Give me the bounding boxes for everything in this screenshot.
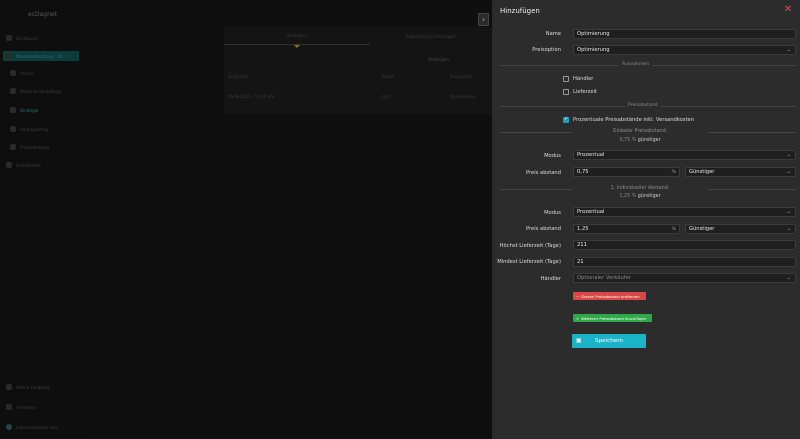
dashboard-icon — [6, 35, 12, 41]
sidebar-item-bestand[interactable]: Bestandsverwaltung — [10, 86, 61, 96]
checkbox-haendler-label: Händler — [573, 76, 594, 82]
global-summary: 0,75 % günstiger — [619, 138, 661, 143]
price-icon — [10, 144, 16, 150]
preis-abstand-input-2[interactable]: 1,25% — [573, 224, 680, 234]
active-tab-indicator — [294, 45, 300, 48]
table-cell-date: 05.08.2020 · 10:20 Uhr — [228, 94, 275, 99]
chevron-down-icon: ⌄ — [786, 226, 791, 232]
modus-select[interactable]: Prozentual ⌄ — [573, 150, 796, 160]
close-icon[interactable]: ✕ — [784, 5, 792, 15]
modus-select-2[interactable]: Prozentual ⌄ — [573, 207, 796, 217]
haendler-select[interactable]: Optionaler Verkäufer ⌄ — [573, 273, 796, 283]
sidebar: ecDagnet Dashboard Marktbeobachtung - Ko… — [0, 0, 88, 439]
sidebar-item-account[interactable]: bellemoderaktiv.com — [6, 422, 58, 432]
order-icon — [10, 126, 16, 132]
haendler-label: Händler — [540, 276, 561, 282]
sidebar-item-artikel[interactable]: Artikel — [10, 68, 33, 78]
chevron-down-icon: ⌄ — [786, 169, 791, 175]
sidebar-item-marktbeobachtung[interactable]: Marktbeobachtung - Ko... — [3, 51, 79, 61]
stock-icon — [10, 88, 16, 94]
table-cell-option: Optimierung — [450, 94, 476, 99]
checkbox-lieferzeit-label: Lieferzeit — [573, 89, 598, 95]
remove-preisabstand-button[interactable]: − Diesen Preisabstand entfernen — [573, 292, 646, 300]
individual-title: 1. Individueller Abstand: — [572, 186, 708, 191]
sidebar-item-schnittstelle[interactable]: Schnittstelle — [6, 160, 41, 170]
tab-preisregeln[interactable]: Automatische Preisregeln — [370, 27, 492, 45]
article-icon — [10, 70, 16, 76]
logo: ecDagnet — [28, 11, 57, 18]
app-root: ecDagnet Dashboard Marktbeobachtung - Ko… — [0, 0, 800, 439]
chevron-down-icon: ⌄ — [786, 47, 791, 53]
checkbox-prozentuale-label: Prozentuale Preisabstände inkl. Versandk… — [573, 117, 695, 123]
tab-strategien[interactable]: Strategien — [224, 27, 370, 45]
name-input[interactable]: Optimierung — [573, 29, 796, 39]
help-icon — [6, 384, 12, 390]
chevron-down-icon: ⌄ — [786, 152, 791, 158]
sidebar-item-strategie[interactable]: Strategie — [10, 105, 38, 115]
table-header-name: Name — [382, 74, 394, 79]
save-button[interactable]: ▣ Speichern — [572, 334, 646, 348]
individual-summary: 1,25 % günstiger — [619, 194, 661, 199]
preis-abstand-label-2: Preis abstand — [525, 226, 561, 232]
drawer-title: Hinzufügen — [500, 7, 540, 15]
preis-abstand-label: Preis abstand — [525, 170, 561, 176]
checkbox-haendler[interactable] — [563, 76, 569, 82]
direction-select-2[interactable]: Günstiger ⌄ — [685, 224, 796, 234]
hoechst-lieferzeit-label: Höchst Lieferzeit (Tage) — [499, 243, 561, 249]
hoechst-lieferzeit-input[interactable]: 211 — [573, 240, 796, 250]
mindest-lieferzeit-label: Mindest Lieferzeit (Tage) — [497, 259, 561, 265]
modus-label: Modus — [544, 153, 561, 159]
sidebar-item-help[interactable]: Hilfe & Feedback — [6, 382, 50, 392]
preisoption-label: Preisoption — [532, 47, 561, 53]
save-icon: ▣ — [576, 337, 582, 344]
checkbox-prozentuale[interactable] — [563, 116, 569, 123]
sidebar-item-login[interactable]: Anmelden — [6, 402, 36, 412]
chevron-down-icon: ⌄ — [786, 209, 791, 215]
name-label: Name — [545, 31, 561, 37]
market-icon — [6, 53, 12, 59]
sidebar-item-dashboard[interactable]: Dashboard — [6, 33, 38, 43]
modus-label-2: Modus — [544, 210, 561, 216]
plus-icon: + — [576, 315, 580, 321]
avatar — [6, 424, 12, 430]
preis-abstand-input[interactable]: 0,75% — [573, 167, 680, 177]
section-preisabstand: Preisabstand — [625, 103, 661, 108]
preisoption-select[interactable]: Optimierung ⌄ — [573, 45, 796, 55]
interface-icon — [6, 162, 12, 168]
chevron-down-icon: ⌄ — [786, 275, 791, 281]
minus-icon: − — [576, 293, 580, 299]
direction-select[interactable]: Günstiger ⌄ — [685, 167, 796, 177]
global-title: Globaler Preisabstand: — [572, 129, 708, 134]
add-drawer: Hinzufügen ✕ Name Optimierung Preisoptio… — [492, 0, 800, 439]
collapse-drawer-button[interactable]: › — [478, 13, 489, 26]
add-preisabstand-button[interactable]: + Weiteren Preisabstand hinzufügen — [573, 314, 652, 322]
table-header-option: Preisoption — [450, 74, 473, 79]
sidebar-item-preiserhebung[interactable]: Preiserhebung — [10, 142, 49, 152]
strategy-icon — [10, 107, 16, 113]
table-header-sort: Sortierbar — [228, 74, 249, 79]
chevron-right-icon: › — [481, 15, 486, 24]
sidebar-item-auftrag[interactable]: Auftragsbeleg — [10, 124, 48, 134]
table-cell-name: Opti — [382, 94, 391, 99]
checkbox-lieferzeit[interactable] — [563, 89, 569, 95]
mindest-lieferzeit-input[interactable]: 21 — [573, 257, 796, 267]
section-ausnahmen: Ausnahmen — [619, 62, 653, 67]
table-title: Strategien — [428, 57, 449, 62]
login-icon — [6, 404, 12, 410]
